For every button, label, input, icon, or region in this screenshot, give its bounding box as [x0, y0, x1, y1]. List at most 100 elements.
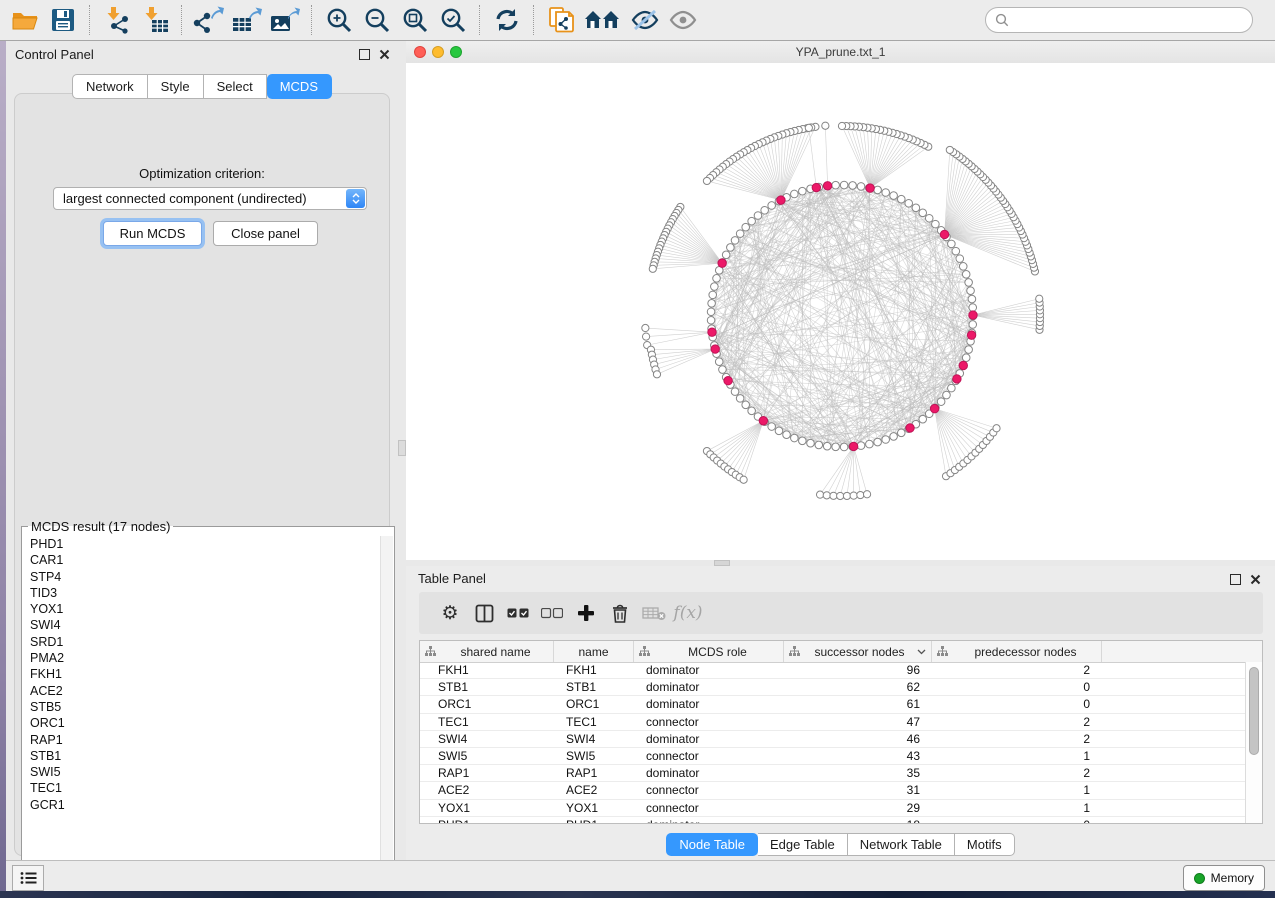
- mcds-result-item[interactable]: PHD1: [23, 536, 381, 552]
- mcds-result-item[interactable]: SRD1: [23, 634, 381, 650]
- network-node[interactable]: [905, 199, 913, 207]
- close-panel-button[interactable]: Close panel: [213, 221, 318, 246]
- network-node[interactable]: [932, 220, 940, 228]
- network-node[interactable]: [968, 295, 976, 303]
- network-node[interactable]: [707, 308, 715, 316]
- satellite-node[interactable]: [703, 177, 710, 184]
- sort-chevron-icon[interactable]: [917, 649, 926, 655]
- network-node[interactable]: [919, 209, 927, 217]
- mcds-node[interactable]: [724, 377, 732, 385]
- column-header-MCDS-role[interactable]: MCDS role: [634, 641, 784, 662]
- satellite-node[interactable]: [850, 492, 857, 499]
- satellite-node[interactable]: [838, 122, 845, 129]
- network-node[interactable]: [890, 433, 898, 441]
- deselect-all-icon[interactable]: [535, 598, 569, 628]
- mcds-result-item[interactable]: STP4: [23, 569, 381, 585]
- zoom-out-icon[interactable]: [360, 4, 394, 36]
- zoom-fit-icon[interactable]: [398, 4, 432, 36]
- tab-network[interactable]: Network: [72, 74, 148, 99]
- close-panel-icon[interactable]: [1250, 574, 1261, 585]
- import-table-icon[interactable]: [138, 4, 172, 36]
- satellite-node[interactable]: [823, 492, 830, 499]
- zoom-in-icon[interactable]: [322, 4, 356, 36]
- satellite-node[interactable]: [805, 124, 812, 131]
- close-panel-icon[interactable]: [379, 49, 390, 60]
- mcds-result-item[interactable]: ACE2: [23, 683, 381, 699]
- network-node[interactable]: [791, 434, 799, 442]
- network-node[interactable]: [748, 407, 756, 415]
- network-node[interactable]: [959, 263, 967, 271]
- mcds-node[interactable]: [959, 361, 967, 369]
- delete-column-icon[interactable]: [603, 598, 637, 628]
- mcds-result-item[interactable]: RAP1: [23, 732, 381, 748]
- mcds-node[interactable]: [967, 331, 975, 339]
- network-node[interactable]: [937, 398, 945, 406]
- network-node[interactable]: [799, 187, 807, 195]
- memory-button[interactable]: Memory: [1183, 865, 1265, 891]
- network-node[interactable]: [857, 183, 865, 191]
- mcds-result-item[interactable]: ORC1: [23, 715, 381, 731]
- network-node[interactable]: [768, 423, 776, 431]
- mcds-result-item[interactable]: TEC1: [23, 780, 381, 796]
- network-node[interactable]: [967, 287, 975, 295]
- satellite-node[interactable]: [843, 492, 850, 499]
- satellite-node[interactable]: [740, 476, 747, 483]
- network-node[interactable]: [948, 240, 956, 248]
- network-node[interactable]: [925, 214, 933, 222]
- satellite-node[interactable]: [642, 324, 649, 331]
- network-node[interactable]: [713, 275, 721, 283]
- satellite-node[interactable]: [993, 425, 1000, 432]
- mcds-node[interactable]: [777, 196, 785, 204]
- table-row[interactable]: YOX1YOX1connector291: [420, 800, 1246, 817]
- save-session-icon[interactable]: [46, 4, 80, 36]
- satellite-node[interactable]: [642, 333, 649, 340]
- mcds-node[interactable]: [711, 345, 719, 353]
- table-row[interactable]: SWI4SWI4dominator462: [420, 731, 1246, 748]
- mcds-result-item[interactable]: PMA2: [23, 650, 381, 666]
- mcds-node[interactable]: [849, 442, 857, 450]
- tab-edge-table[interactable]: Edge Table: [758, 833, 848, 856]
- network-node[interactable]: [866, 440, 874, 448]
- network-node[interactable]: [748, 217, 756, 225]
- network-node[interactable]: [715, 358, 723, 366]
- table-row[interactable]: SWI5SWI5connector431: [420, 748, 1246, 765]
- column-header-name[interactable]: name: [554, 641, 634, 662]
- column-header-successor-nodes[interactable]: successor nodes: [784, 641, 932, 662]
- function-builder-icon[interactable]: f(x): [671, 598, 705, 628]
- network-node[interactable]: [912, 204, 920, 212]
- mcds-node[interactable]: [812, 183, 820, 191]
- tab-motifs[interactable]: Motifs: [955, 833, 1015, 856]
- network-node[interactable]: [965, 279, 973, 287]
- show-columns-icon[interactable]: [467, 598, 501, 628]
- search-input[interactable]: [1014, 9, 1252, 31]
- network-node[interactable]: [775, 427, 783, 435]
- column-header-predecessor-nodes[interactable]: predecessor nodes: [932, 641, 1102, 662]
- duplicate-network-icon[interactable]: [544, 4, 578, 36]
- mcds-result-item[interactable]: YOX1: [23, 601, 381, 617]
- satellite-node[interactable]: [946, 146, 953, 153]
- network-node[interactable]: [731, 237, 739, 245]
- network-window-titlebar[interactable]: YPA_prune.txt_1: [406, 41, 1275, 64]
- satellite-node[interactable]: [1036, 295, 1043, 302]
- table-row[interactable]: ORC1ORC1dominator610: [420, 696, 1246, 713]
- export-image-icon[interactable]: [268, 4, 302, 36]
- mcds-node[interactable]: [718, 259, 726, 267]
- open-session-icon[interactable]: [8, 4, 42, 36]
- refresh-icon[interactable]: [490, 4, 524, 36]
- mcds-result-list[interactable]: PHD1CAR1STP4TID3YOX1SWI4SRD1PMA2FKH1ACE2…: [23, 536, 381, 891]
- task-history-button[interactable]: [12, 865, 44, 891]
- mcds-result-item[interactable]: SWI5: [23, 764, 381, 780]
- network-node[interactable]: [832, 443, 840, 451]
- satellite-node[interactable]: [822, 122, 829, 129]
- satellite-node[interactable]: [830, 492, 837, 499]
- float-panel-icon[interactable]: [359, 49, 370, 60]
- tab-style[interactable]: Style: [148, 74, 204, 99]
- network-canvas[interactable]: [406, 63, 1275, 560]
- mcds-node[interactable]: [823, 182, 831, 190]
- mcds-result-item[interactable]: STB1: [23, 748, 381, 764]
- satellite-node[interactable]: [653, 371, 660, 378]
- network-node[interactable]: [956, 255, 964, 263]
- network-node[interactable]: [709, 291, 717, 299]
- mcds-node[interactable]: [940, 230, 948, 238]
- mcds-node[interactable]: [708, 328, 716, 336]
